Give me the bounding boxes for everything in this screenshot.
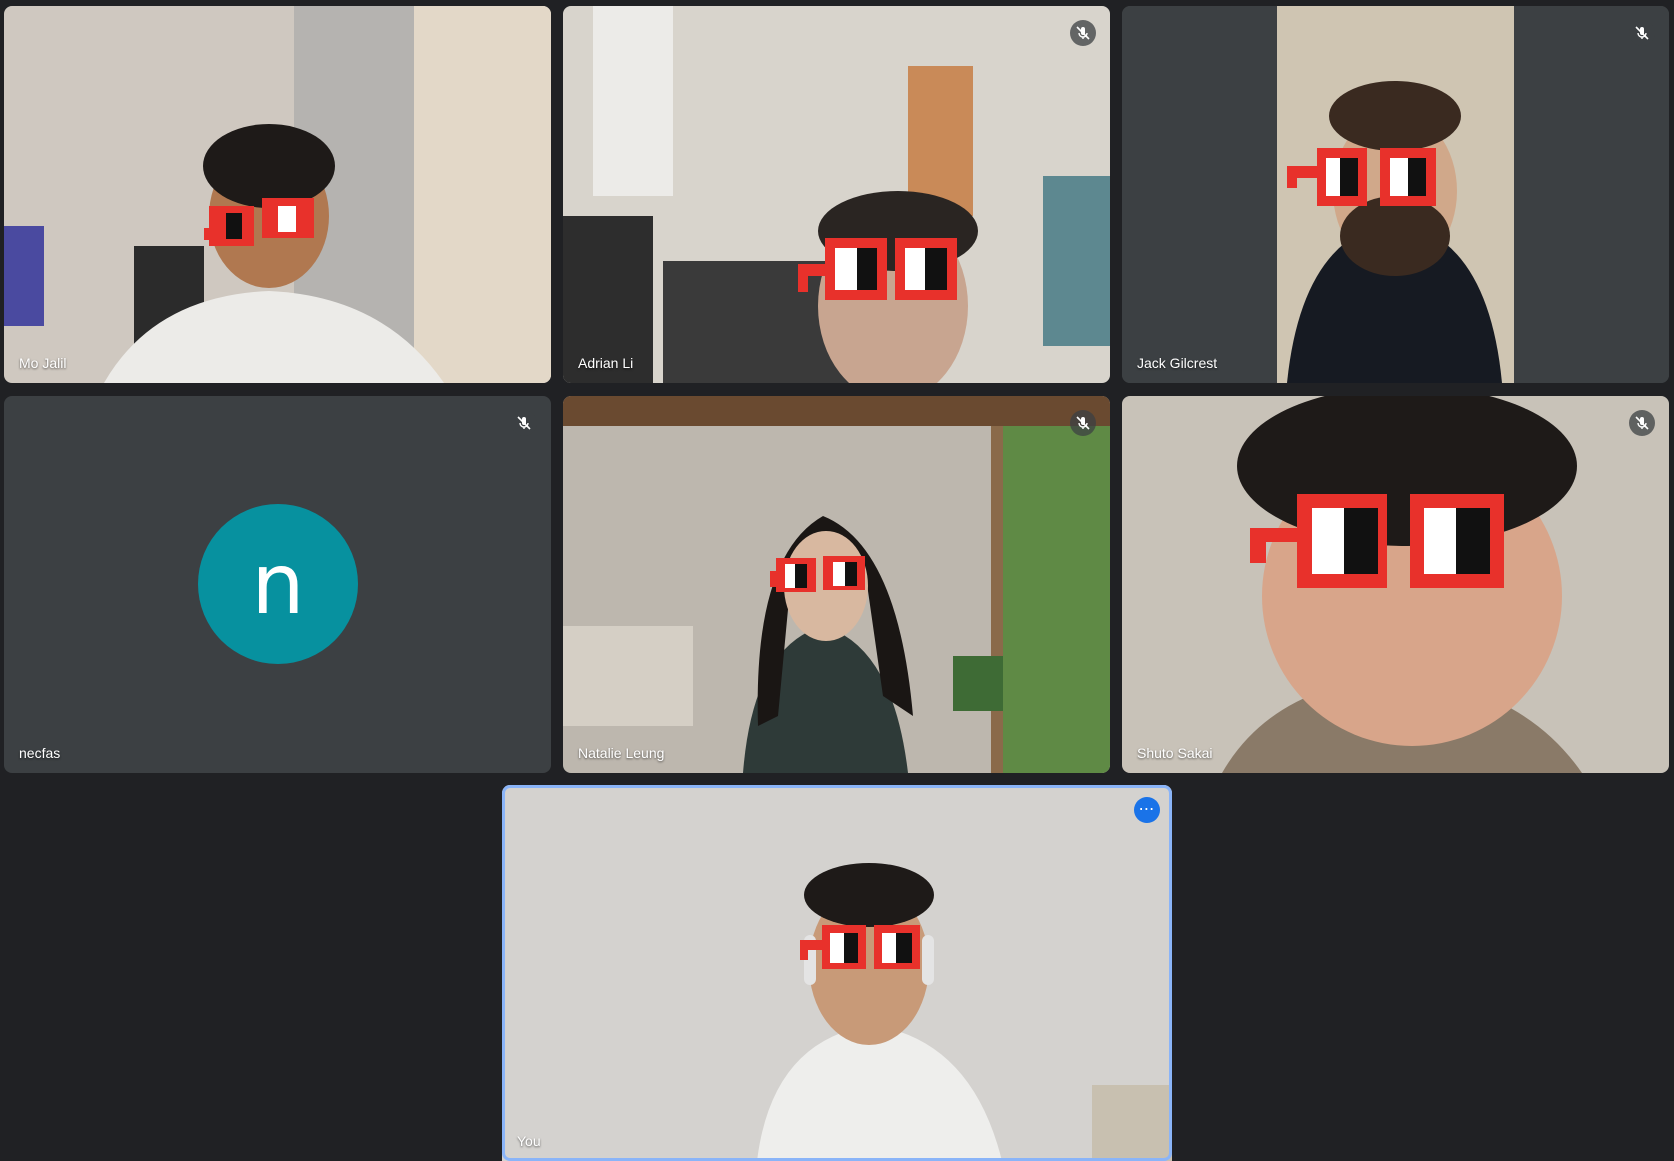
- participant-name: Natalie Leung: [578, 745, 665, 761]
- more-horizontal-icon[interactable]: ⋯: [1134, 797, 1160, 823]
- video-feed: [4, 6, 551, 383]
- participant-tile-natalie-leung[interactable]: Natalie Leung: [563, 396, 1110, 773]
- participant-name: Shuto Sakai: [1137, 745, 1213, 761]
- participant-name: Jack Gilcrest: [1137, 355, 1218, 371]
- participant-tile-shuto-sakai[interactable]: Shuto Sakai: [1122, 396, 1669, 773]
- mic-off-icon: [1629, 410, 1655, 436]
- video-feed: [1122, 6, 1669, 383]
- participant-name: necfas: [19, 745, 61, 761]
- participant-name: You: [517, 1133, 541, 1149]
- video-feed: [502, 785, 1172, 1161]
- participant-tile-necfas[interactable]: n necfas: [4, 396, 551, 773]
- mic-off-icon: [1629, 20, 1655, 46]
- video-feed: [563, 6, 1110, 383]
- avatar: n: [198, 504, 358, 664]
- participant-tile-jack-gilcrest[interactable]: Jack Gilcrest: [1122, 6, 1669, 383]
- video-feed: [563, 396, 1110, 773]
- video-feed: [1122, 396, 1669, 773]
- mic-off-icon: [1070, 410, 1096, 436]
- participant-name: Adrian Li: [578, 355, 634, 371]
- mic-off-icon: [1070, 20, 1096, 46]
- participant-tile-mo-jalil[interactable]: Mo Jalil: [4, 6, 551, 383]
- avatar-letter: n: [251, 535, 305, 633]
- mic-off-icon: [511, 410, 537, 436]
- participant-name: Mo Jalil: [19, 355, 67, 371]
- participant-tile-adrian-li[interactable]: Adrian Li: [563, 6, 1110, 383]
- self-tile[interactable]: ⋯ You: [502, 785, 1172, 1161]
